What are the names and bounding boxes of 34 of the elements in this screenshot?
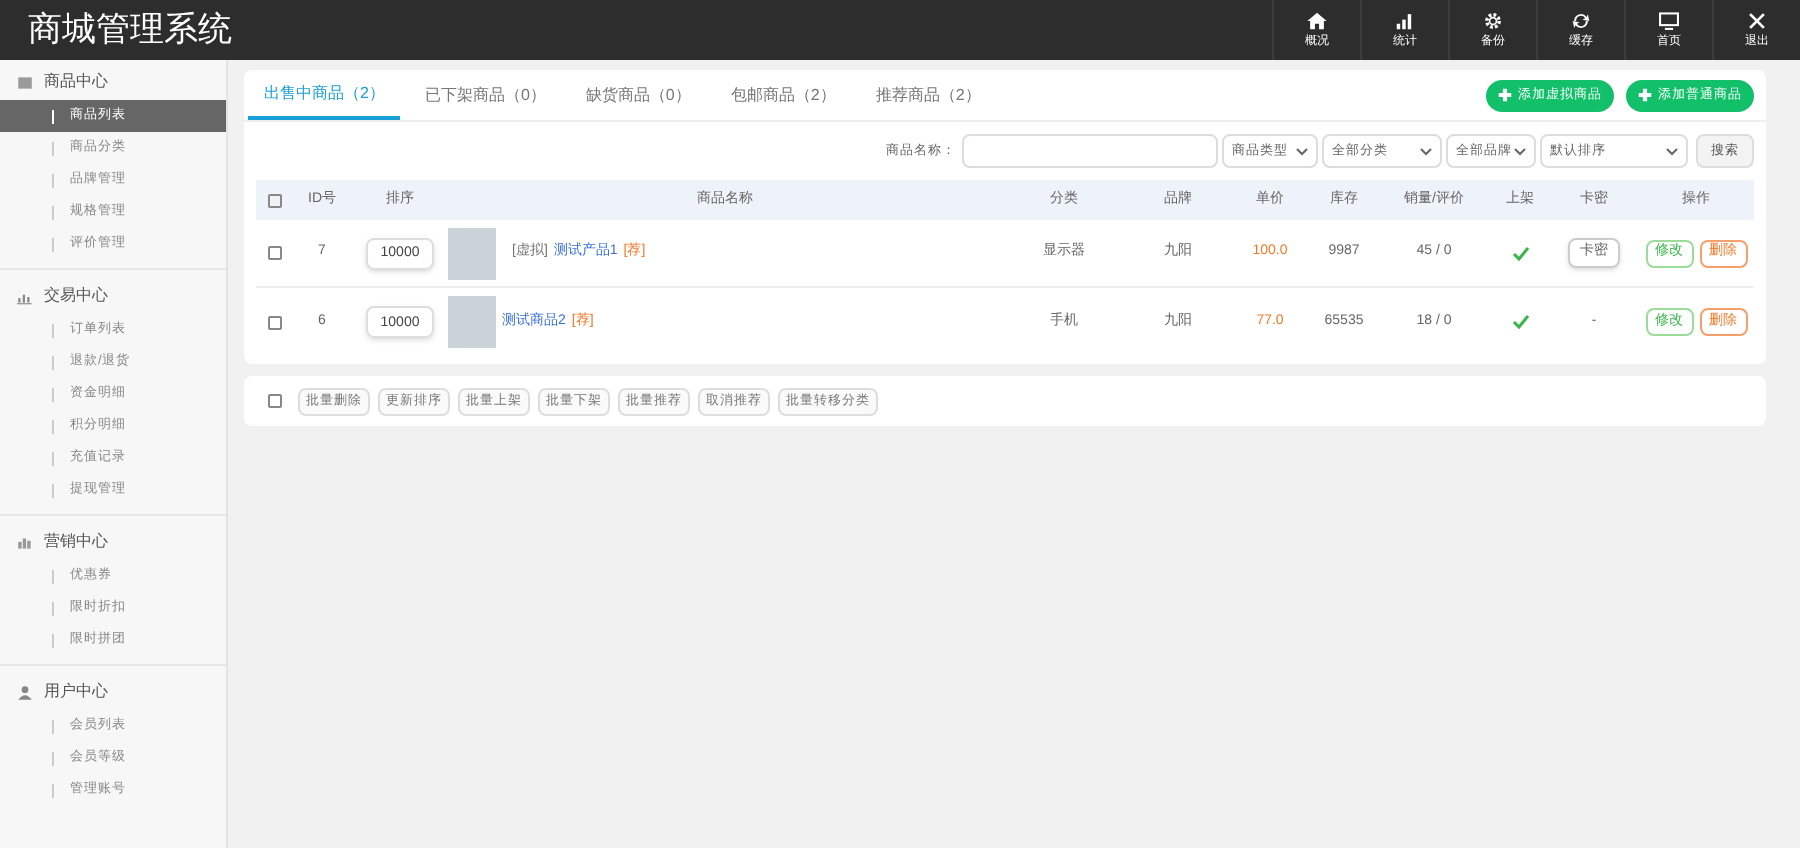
photo-placeholder [448,296,496,348]
tab[interactable]: 缺货商品（0） [569,70,707,120]
checkbox[interactable] [267,246,281,260]
name-input-field[interactable] [962,134,1218,168]
user-icon [16,683,34,701]
plus-icon [1498,88,1512,102]
box-icon [16,73,34,91]
tab[interactable]: 出售中商品（2） [248,70,401,120]
photo-placeholder [448,227,496,279]
section-title: 交易中心 [44,284,108,308]
checkbox[interactable] [267,193,281,207]
checkbox[interactable] [267,315,281,329]
chevron-down-icon [1666,147,1678,155]
checkbox[interactable] [268,394,282,408]
bar-chart-icon [1394,9,1416,31]
section-title: 营销中心 [44,530,108,554]
chart-icon [16,533,34,551]
chevron-down-icon [1296,147,1308,155]
tab[interactable]: 推荐商品（2） [859,70,997,120]
check-icon[interactable] [1511,245,1529,261]
check-icon[interactable] [1511,314,1529,330]
refresh-icon [1570,9,1592,31]
plus-icon [1638,88,1652,102]
tab[interactable]: 包邮商品（2） [714,70,852,120]
section-title: 商品中心 [44,70,108,94]
app-title: 商城管理系统 [28,8,232,53]
chevron-down-icon [1420,147,1432,155]
chevron-down-icon [1514,147,1526,155]
section-title: 用户中心 [44,680,108,704]
close-icon [1746,9,1768,31]
home-icon [1306,9,1328,31]
monitor-icon [1658,9,1680,31]
settings-icon [1482,9,1504,31]
tab[interactable]: 已下架商品（0） [408,70,562,120]
